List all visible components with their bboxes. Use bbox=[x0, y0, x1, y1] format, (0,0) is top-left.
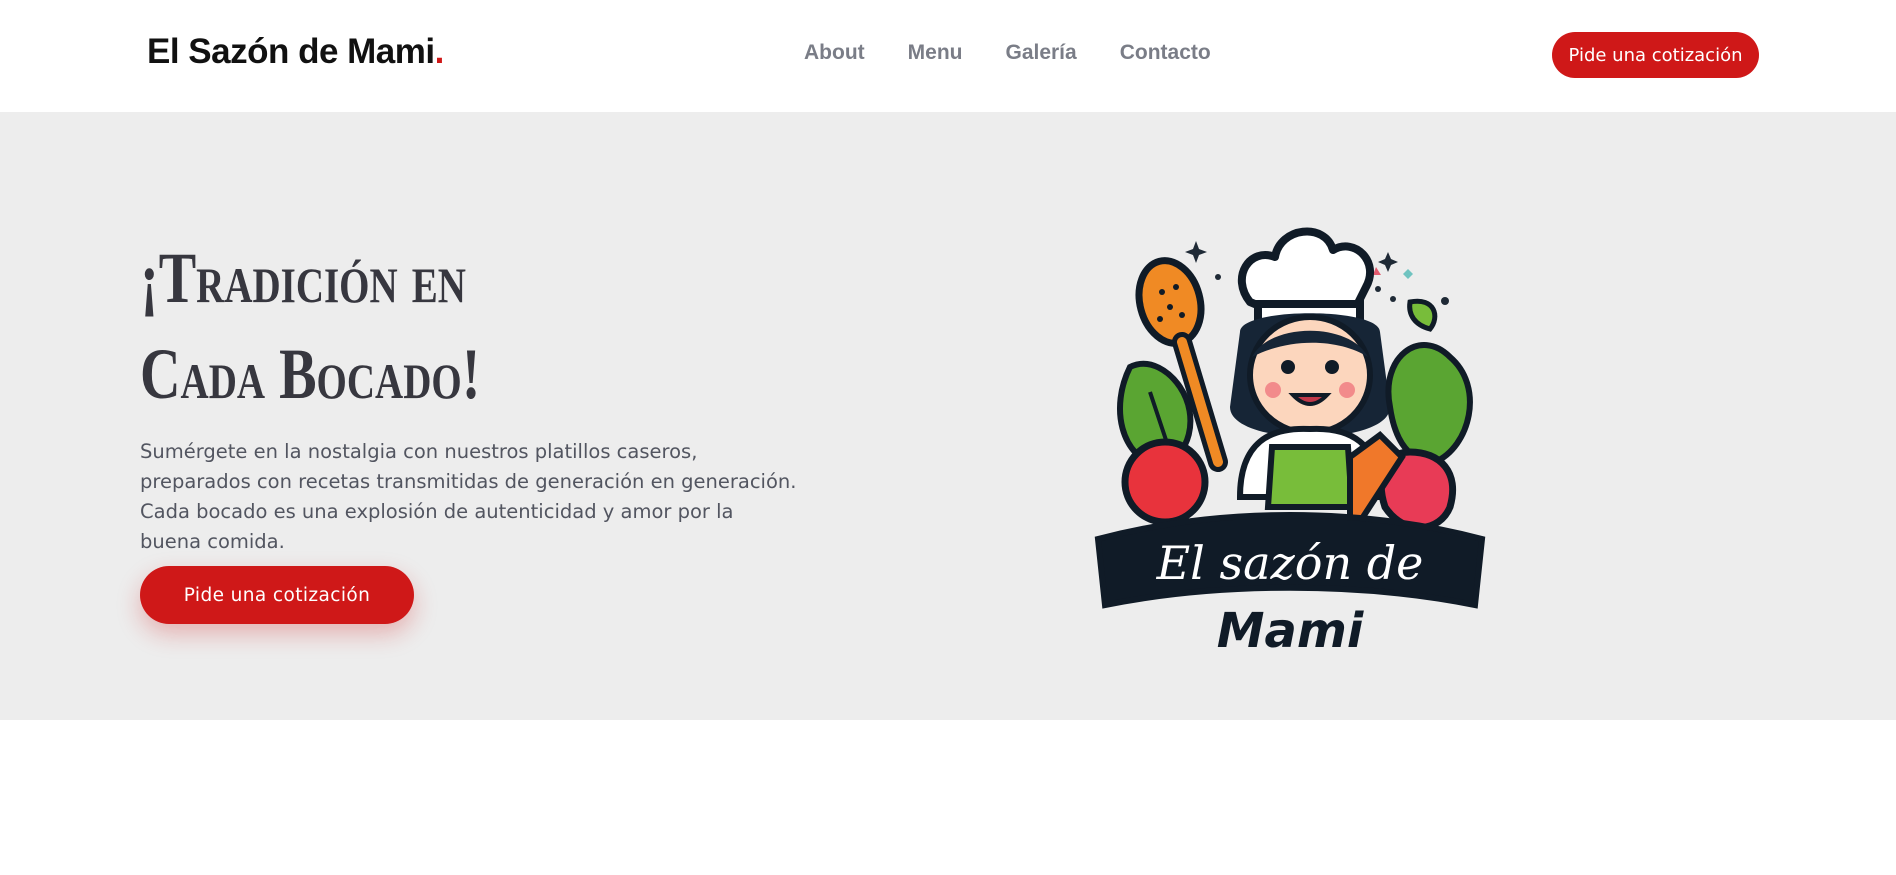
header-quote-button[interactable]: Pide una cotización bbox=[1552, 32, 1759, 78]
banner-script-text: El sazón de bbox=[1156, 536, 1424, 590]
logo-banner: El sazón de Mami bbox=[1094, 512, 1486, 659]
hero-quote-button[interactable]: Pide una cotización bbox=[140, 566, 414, 624]
nav-link-galeria[interactable]: Galería bbox=[1005, 41, 1076, 65]
banner-name-text: Mami bbox=[1217, 603, 1364, 659]
tomato-icon bbox=[1121, 438, 1209, 526]
nav-link-about[interactable]: About bbox=[804, 41, 865, 65]
nav-link-contacto[interactable]: Contacto bbox=[1120, 41, 1211, 65]
site-logo[interactable]: El Sazón de Mami. bbox=[147, 32, 444, 72]
main-nav: About Menu Galería Contacto bbox=[804, 41, 1211, 65]
leaf-icons-right bbox=[1385, 298, 1473, 466]
site-logo-text: El Sazón de Mami bbox=[147, 32, 435, 71]
chef-logo-illustration: El sazón de Mami bbox=[1094, 227, 1486, 659]
hero-section: ¡Tradición en Cada Bocado! Sumérgete en … bbox=[0, 112, 1896, 720]
nav-link-menu[interactable]: Menu bbox=[908, 41, 963, 65]
site-header: El Sazón de Mami. About Menu Galería Con… bbox=[0, 0, 1896, 112]
apron bbox=[1264, 444, 1356, 510]
site-logo-dot: . bbox=[434, 32, 445, 71]
hero-description: Sumérgete en la nostalgia con nuestros p… bbox=[140, 440, 797, 553]
hero-title: ¡Tradición en Cada Bocado! bbox=[140, 238, 481, 414]
